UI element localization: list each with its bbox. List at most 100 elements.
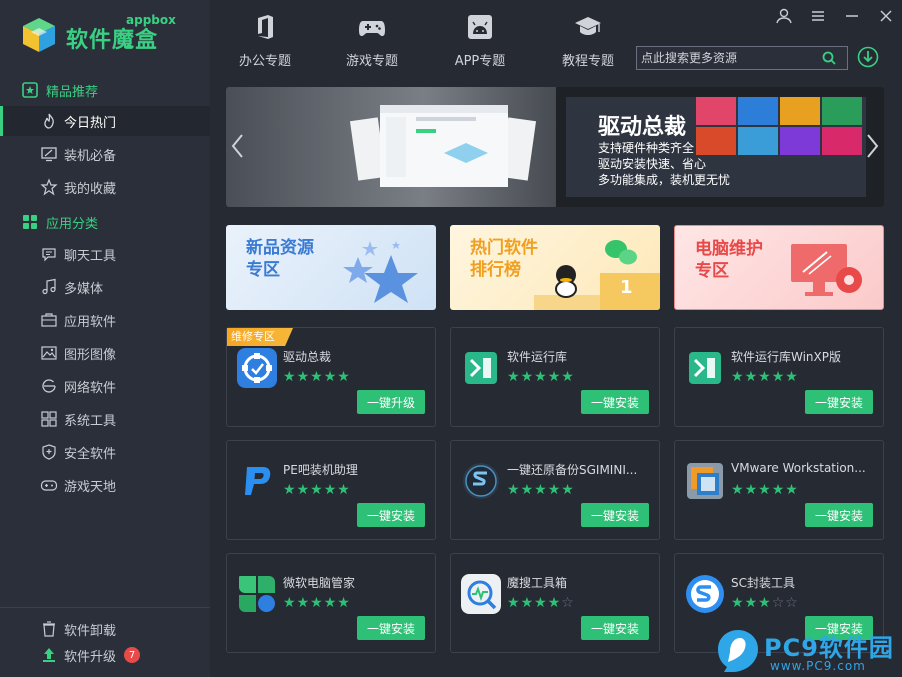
app-card-ms-pc-manager[interactable]: 微软电脑管家 ★ ★ ★ ★ ★ 一键安装 (226, 553, 436, 653)
sidebar-item-security[interactable]: 安全软件 (0, 437, 210, 467)
star-filled-icon: ★ (547, 595, 561, 611)
sidebar-item-multimedia[interactable]: 多媒体 (0, 272, 210, 302)
app-logo: 软件魔盒 appbox (20, 13, 210, 60)
search-input[interactable] (637, 47, 821, 69)
banner-artwork (349, 87, 884, 207)
sidebar-item-apps[interactable]: 应用软件 (0, 305, 210, 335)
star-filled-icon: ★ (323, 369, 337, 385)
star-filled-icon: ★ (323, 482, 337, 498)
app-card-runtime-xp[interactable]: 软件运行库WinXP版 ★ ★ ★ ★ ★ 一键安装 (674, 327, 884, 427)
sidebar-item-label: 软件卸载 (64, 623, 117, 639)
star-square-icon (22, 82, 38, 98)
tab-office[interactable]: 办公专题 (220, 12, 310, 72)
star-filled-icon: ★ (534, 595, 547, 611)
sidebar: 软件魔盒 appbox 精品推荐 今日热门 装机必备 我的收藏 应用分类 聊天工… (0, 0, 210, 677)
star-filled-icon: ★ (310, 595, 323, 611)
install-button[interactable]: 一键安装 (805, 390, 873, 414)
install-button[interactable]: 一键安装 (805, 503, 873, 527)
banner-prev-arrow-icon[interactable] (230, 133, 246, 159)
app-card-sgimini[interactable]: 一键还原备份SGIMINI... ★ ★ ★ ★ ★ 一键安装 (450, 440, 660, 540)
sc-packager-app-icon (686, 575, 724, 613)
sidebar-item-chat[interactable]: 聊天工具 (0, 239, 210, 269)
star-filled-icon: ★ (744, 482, 758, 498)
install-button[interactable]: 一键安装 (581, 503, 649, 527)
star-filled-icon: ★ (758, 369, 771, 385)
tab-games[interactable]: 游戏专题 (327, 12, 417, 72)
tab-tutorial[interactable]: 教程专题 (543, 12, 633, 72)
install-button[interactable]: 一键安装 (357, 616, 425, 640)
sidebar-item-system[interactable]: 系统工具 (0, 404, 210, 434)
browser-icon (42, 379, 56, 393)
grid-square-icon (23, 215, 37, 229)
promo-new-resources[interactable]: 新品资源 专区 (226, 225, 436, 310)
app-card-pe-assistant[interactable]: PE吧装机助理 ★ ★ ★ ★ ★ 一键安装 (226, 440, 436, 540)
sidebar-item-upgrade[interactable]: 软件升级 7 (0, 640, 210, 670)
runtime-app-icon (689, 352, 721, 384)
download-icon[interactable] (857, 46, 879, 68)
promo-hot-ranking[interactable]: 热门软件 排行榜 1 (450, 225, 660, 310)
sidebar-item-label: 我的收藏 (64, 181, 117, 197)
sidebar-item-graphics[interactable]: 图形图像 (0, 338, 210, 368)
upgrade-icon (43, 648, 55, 662)
minimize-icon[interactable] (842, 6, 862, 26)
star-filled-icon: ★ (520, 369, 534, 385)
star-filled-icon: ★ (310, 482, 323, 498)
star-filled-icon: ★ (507, 482, 520, 498)
rating-stars: ★ ★ ★ ★ ★ (283, 483, 351, 497)
install-button[interactable]: 一键安装 (581, 616, 649, 640)
promo-pc-maintenance[interactable]: 电脑维护 专区 (674, 225, 884, 310)
star-filled-icon: ★ (507, 595, 520, 611)
app-name: PE吧装机助理 (283, 463, 358, 477)
pc9-logo-icon (718, 630, 758, 672)
app-card-runtime[interactable]: 软件运行库 ★ ★ ★ ★ ★ 一键安装 (450, 327, 660, 427)
install-button[interactable]: 一键安装 (581, 390, 649, 414)
star-icon (40, 178, 58, 196)
star-filled-icon: ★ (731, 482, 744, 498)
promo-title: 新品资源 专区 (246, 237, 314, 281)
section-categories: 应用分类 (22, 210, 98, 234)
vmware-app-icon (687, 463, 723, 499)
rating-stars: ★ ★ ★ ★ ★ (731, 370, 799, 384)
close-icon[interactable] (876, 6, 896, 26)
menu-icon[interactable] (808, 6, 828, 26)
star-filled-icon: ★ (785, 482, 798, 498)
sidebar-item-label: 系统工具 (64, 413, 117, 429)
sidebar-item-games[interactable]: 游戏天地 (0, 470, 210, 500)
star-filled-icon: ★ (561, 369, 574, 385)
sidebar-item-favorites[interactable]: 我的收藏 (0, 172, 210, 202)
sidebar-item-essentials[interactable]: 装机必备 (0, 139, 210, 169)
sidebar-item-label: 多媒体 (64, 281, 104, 297)
user-icon[interactable] (774, 6, 794, 26)
gamepad-icon (40, 480, 58, 491)
tab-office-label: 办公专题 (238, 54, 291, 69)
rating-stars: ★ ★ ★ ★ ★ (731, 483, 799, 497)
ms-pc-manager-app-icon (239, 576, 275, 612)
banner-line: 驱动安装快速、省心 (598, 157, 707, 171)
app-card-mosou-toolbox[interactable]: 魔搜工具箱 ★ ★ ★ ★ ☆ 一键安装 (450, 553, 660, 653)
banner-carousel[interactable]: 驱动总裁 支持硬件种类齐全 驱动安装快速、省心 多功能集成，装机更无忧 (226, 87, 884, 207)
star-filled-icon: ★ (744, 595, 758, 611)
app-card-vmware[interactable]: VMware Workstation... ★ ★ ★ ★ ★ 一键安装 (674, 440, 884, 540)
app-name: 软件运行库WinXP版 (731, 350, 841, 364)
sidebar-item-network[interactable]: 网络软件 (0, 371, 210, 401)
sidebar-item-label: 应用软件 (64, 314, 117, 330)
watermark-brand: PC9软件园 (764, 634, 894, 662)
shield-icon (42, 444, 56, 460)
star-filled-icon: ★ (547, 482, 561, 498)
rating-stars: ★ ★ ★ ★ ★ (283, 596, 351, 610)
install-button[interactable]: 一键安装 (357, 503, 425, 527)
monitor-icon (41, 147, 57, 162)
tab-app[interactable]: APP专题 (435, 12, 525, 72)
app-name: 魔搜工具箱 (507, 576, 568, 590)
star-filled-icon: ★ (296, 482, 310, 498)
search-icon[interactable] (821, 50, 837, 66)
banner-line: 支持硬件种类齐全 (598, 141, 695, 155)
music-icon (42, 278, 56, 295)
app-card-driver[interactable]: 维修专区 驱动总裁 ★ ★ ★ ★ ★ 一键升级 (226, 327, 436, 427)
android-icon (468, 15, 492, 39)
banner-line: 多功能集成，装机更无忧 (598, 173, 731, 187)
upgrade-count-badge: 7 (124, 647, 141, 663)
banner-next-arrow-icon[interactable] (864, 133, 880, 159)
sidebar-item-hot-today[interactable]: 今日热门 (0, 106, 210, 136)
upgrade-button[interactable]: 一键升级 (357, 390, 425, 414)
